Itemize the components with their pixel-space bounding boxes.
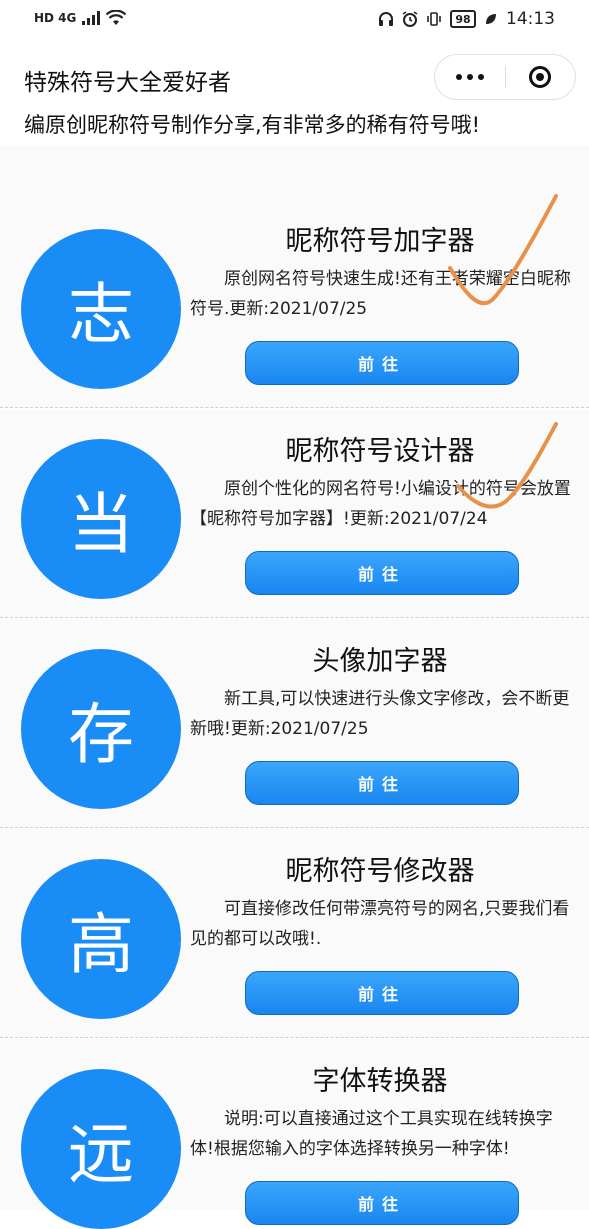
vibrate-icon bbox=[427, 12, 441, 26]
card-avatar: 当 bbox=[21, 439, 181, 599]
network-label: HD 4G bbox=[34, 11, 77, 25]
tool-card: 志 昵称符号加字器 原创网名符号快速生成!还有王者荣耀空白昵称符号.更新:202… bbox=[0, 199, 589, 408]
alarm-icon bbox=[402, 11, 418, 27]
card-title: 头像加字器 bbox=[312, 646, 448, 677]
status-left: HD 4G bbox=[34, 10, 127, 26]
card-title: 昵称符号加字器 bbox=[285, 226, 475, 257]
card-title: 昵称符号修改器 bbox=[285, 856, 475, 887]
card-description: 说明:可以直接通过这个工具实现在线转换字体!根据您输入的字体选择转换另一种字体! bbox=[190, 1109, 553, 1159]
wifi-icon bbox=[106, 10, 127, 25]
status-bar: HD 4G 98 14:13 bbox=[0, 0, 589, 40]
battery-icon: 98 bbox=[450, 10, 476, 28]
go-button[interactable]: 前往 bbox=[245, 1181, 519, 1225]
go-button[interactable]: 前往 bbox=[245, 341, 519, 385]
card-title: 字体转换器 bbox=[312, 1066, 448, 1097]
clock: 14:13 bbox=[506, 9, 555, 29]
go-button[interactable]: 前往 bbox=[245, 761, 519, 805]
tool-card: 高 昵称符号修改器 可直接修改任何带漂亮符号的网名,只要我们看见的都可以改哦!.… bbox=[0, 829, 589, 1038]
card-avatar: 高 bbox=[21, 859, 181, 1019]
headphones-icon bbox=[379, 12, 393, 26]
capsule-menu bbox=[434, 54, 576, 100]
card-title: 昵称符号设计器 bbox=[285, 436, 475, 467]
more-button[interactable] bbox=[435, 55, 505, 99]
close-miniprogram-icon bbox=[529, 66, 552, 88]
go-button[interactable]: 前往 bbox=[245, 551, 519, 595]
go-button[interactable]: 前往 bbox=[245, 971, 519, 1015]
card-avatar: 远 bbox=[21, 1069, 181, 1229]
card-description: 可直接修改任何带漂亮符号的网名,只要我们看见的都可以改哦!. bbox=[190, 899, 570, 949]
card-avatar: 志 bbox=[21, 229, 181, 389]
card-description: 新工具,可以快速进行头像文字修改，会不断更新哦!更新:2021/07/25 bbox=[190, 689, 570, 739]
leaf-icon bbox=[486, 14, 496, 24]
tool-card: 存 头像加字器 新工具,可以快速进行头像文字修改，会不断更新哦!更新:2021/… bbox=[0, 619, 589, 828]
card-description: 原创个性化的网名符号!小编设计的符号会放置【昵称符号加字器】!更新:2021/0… bbox=[190, 479, 571, 529]
tool-card: 当 昵称符号设计器 原创个性化的网名符号!小编设计的符号会放置【昵称符号加字器】… bbox=[0, 409, 589, 618]
more-icon bbox=[455, 74, 484, 80]
list-top-spacer bbox=[0, 145, 589, 199]
signal-icon bbox=[82, 11, 101, 25]
tool-card: 远 字体转换器 说明:可以直接通过这个工具实现在线转换字体!根据您输入的字体选择… bbox=[0, 1039, 589, 1229]
app-title: 特殊符号大全爱好者 bbox=[24, 70, 231, 96]
page-subtitle: 编原创昵称符号制作分享,有非常多的稀有符号哦! bbox=[24, 113, 481, 137]
card-avatar: 存 bbox=[21, 649, 181, 809]
status-right: 98 14:13 bbox=[378, 9, 555, 29]
close-miniprogram-button[interactable] bbox=[506, 55, 576, 99]
card-description: 原创网名符号快速生成!还有王者荣耀空白昵称符号.更新:2021/07/25 bbox=[190, 269, 571, 319]
